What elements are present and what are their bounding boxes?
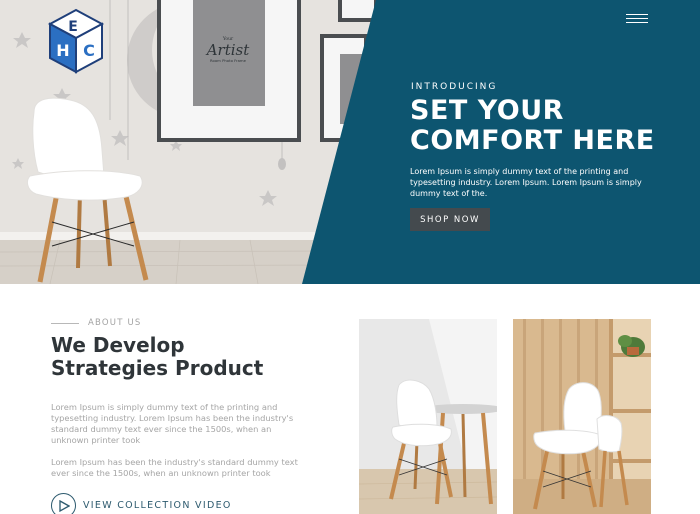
- about-paragraph-1: Lorem Ipsum is simply dummy text of the …: [51, 402, 294, 445]
- cube-logo-icon[interactable]: E H C: [46, 8, 106, 76]
- frame-text-main: Artist: [205, 41, 251, 59]
- frame-text-sub: Room Photo Frame: [210, 58, 247, 63]
- hero-title: SET YOUR COMFORT HERE: [410, 96, 680, 156]
- hero-eyebrow: INTRODUCING: [411, 82, 498, 92]
- video-label[interactable]: VIEW COLLECTION VIDEO: [83, 500, 232, 511]
- hero-banner: Your Artist Room Photo Frame E H C INTRO…: [0, 0, 700, 284]
- about-eyebrow-row: ABOUT US: [51, 318, 142, 328]
- play-icon[interactable]: [51, 493, 76, 514]
- about-eyebrow: ABOUT US: [88, 318, 142, 328]
- hamburger-menu-icon[interactable]: [626, 14, 654, 28]
- eyebrow-divider: [51, 322, 79, 324]
- hero-description: Lorem Ipsum is simply dummy text of the …: [410, 167, 642, 198]
- about-paragraph-2: Lorem Ipsum has been the industry's stan…: [51, 457, 298, 478]
- view-collection-video-link[interactable]: VIEW COLLECTION VIDEO: [51, 493, 232, 514]
- product-photo-white-chair-shelf: [513, 319, 651, 514]
- about-title-line1: We Develop: [51, 333, 185, 357]
- svg-text:C: C: [83, 41, 95, 60]
- about-title-line2: Strategies Product: [51, 356, 264, 380]
- hero-title-line1: SET YOUR: [410, 95, 564, 126]
- svg-text:E: E: [68, 19, 78, 35]
- about-title: We Develop Strategies Product: [51, 334, 331, 380]
- hero-title-line2: COMFORT HERE: [410, 125, 655, 156]
- product-photo-white-chair-table: [359, 319, 497, 514]
- svg-text:H: H: [56, 41, 69, 60]
- shop-now-button[interactable]: SHOP NOW: [410, 208, 490, 231]
